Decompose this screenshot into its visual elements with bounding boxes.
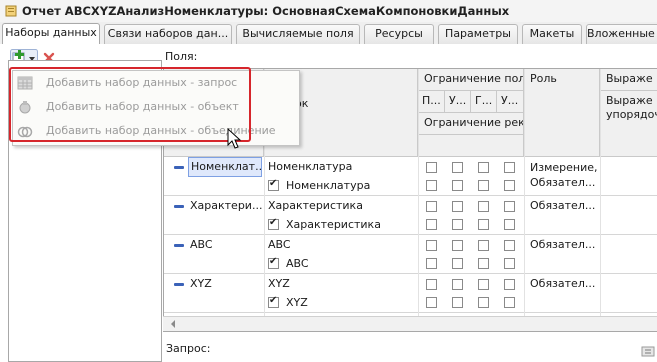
collapse-icon[interactable] [174,166,184,169]
restrict-checkbox[interactable] [426,279,437,290]
title-cell[interactable]: Номенклатура [268,160,418,173]
restrict-checkbox[interactable] [504,162,515,173]
scroll-left-icon[interactable] [169,319,177,329]
field-cell[interactable]: Характери... [190,199,262,212]
field-cell[interactable]: ABC [190,238,262,251]
restrict-checkbox[interactable] [478,258,489,269]
restrict-checkbox[interactable] [452,279,463,290]
title-checkbox[interactable] [268,256,279,269]
restrict-checkbox[interactable] [478,240,489,251]
tab-calculated-fields[interactable]: Вычисляемые поля [236,24,360,44]
window-titlebar: Отчет ABCXYZАнализНоменклатуры: Основная… [0,0,657,23]
restrict-checkbox[interactable] [426,258,437,269]
title-checkbox[interactable] [268,217,279,230]
column-header-restrict-3[interactable]: Г... [471,91,497,113]
column-header-restriction-field[interactable]: Ограничение поля [418,69,524,91]
restrict-checkbox[interactable] [478,162,489,173]
title2-cell[interactable]: ABC [286,257,416,270]
column-header-restriction-req-subs [418,135,524,157]
restrict-checkbox[interactable] [452,258,463,269]
table-row[interactable]: ABC ABC ABC Обязател... [164,235,657,274]
collapse-icon[interactable] [174,283,184,286]
field-cell[interactable]: Номенклат... [188,157,262,177]
horizontal-scrollbar[interactable] [163,316,657,331]
restrict-checkbox[interactable] [452,297,463,308]
restrict-checkbox[interactable] [504,258,515,269]
restrict-checkbox[interactable] [426,162,437,173]
role-cell[interactable]: Обязател... [530,277,598,290]
table-row[interactable]: XYZ XYZ XYZ Обязател... [164,274,657,313]
tab-resources[interactable]: Ресурсы [364,24,434,44]
restrict-checkbox[interactable] [478,297,489,308]
restrict-checkbox[interactable] [426,297,437,308]
column-divider [524,69,525,331]
column-header-expression[interactable]: Выраже [600,69,657,91]
restrict-checkbox[interactable] [478,180,489,191]
restrict-checkbox[interactable] [478,219,489,230]
resize-grip-icon[interactable] [641,344,655,358]
field-cell[interactable]: XYZ [190,277,262,290]
tab-datasets[interactable]: Наборы данных [2,23,100,45]
column-header-restriction-req[interactable]: Ограничение рек... [418,113,524,135]
restrict-checkbox[interactable] [504,240,515,251]
restrict-checkbox[interactable] [452,180,463,191]
restrict-checkbox[interactable] [504,201,515,212]
role-cell[interactable]: Обязател... [530,199,598,212]
restrict-checkbox[interactable] [504,279,515,290]
restrict-checkbox[interactable] [426,180,437,191]
column-header-role[interactable]: Роль [524,69,600,157]
title-checkbox[interactable] [268,178,279,191]
restrict-checkbox[interactable] [478,201,489,212]
tab-nested-schemas[interactable]: Вложенные сх [586,24,657,44]
restrict-checkbox[interactable] [504,297,515,308]
mouse-cursor-icon [227,128,242,149]
restrict-checkbox[interactable] [452,162,463,173]
role-cell[interactable]: Обязател... [530,238,598,251]
collapse-icon[interactable] [174,205,184,208]
column-header-restrict-1[interactable]: П... [418,91,445,113]
title-cell[interactable]: Характеристика [268,199,418,212]
title-cell[interactable]: ABC [268,238,418,251]
restrict-checkbox[interactable] [426,219,437,230]
restrict-checkbox[interactable] [452,219,463,230]
restrict-checkbox[interactable] [452,201,463,212]
tab-dataset-links[interactable]: Связи наборов дан... [104,24,232,44]
column-divider [418,69,419,331]
title2-cell[interactable]: Номенклатура [286,179,416,192]
title2-cell[interactable]: XYZ [286,296,416,309]
role-cell[interactable]: Измерение, Обязател... [530,160,598,190]
report-icon [5,5,17,17]
table-row[interactable]: Характери... Характеристика Характеристи… [164,196,657,235]
table-row[interactable]: Номенклат... Номенклатура Номенклатура И… [164,157,657,196]
tab-bar: Наборы данных Связи наборов дан... Вычис… [0,22,657,45]
title-cell[interactable]: XYZ [268,277,418,290]
window-title: Отчет ABCXYZАнализНоменклатуры: Основная… [22,4,510,18]
restrict-checkbox[interactable] [504,180,515,191]
restrict-checkbox[interactable] [426,240,437,251]
tab-parameters[interactable]: Параметры [438,24,518,44]
restrict-checkbox[interactable] [504,219,515,230]
collapse-icon[interactable] [174,244,184,247]
tab-templates[interactable]: Макеты [522,24,582,44]
column-header-restrict-4[interactable]: У... [497,91,524,113]
highlight-frame [9,67,251,142]
query-label: Запрос: [166,342,211,355]
title-checkbox[interactable] [268,295,279,308]
title2-cell[interactable]: Характеристика [286,218,416,231]
fields-label: Поля: [165,50,198,63]
column-header-expression-order[interactable]: Выраже упорядочи [600,91,657,157]
restrict-checkbox[interactable] [478,279,489,290]
restrict-checkbox[interactable] [452,240,463,251]
column-header-restrict-2[interactable]: У... [445,91,471,113]
restrict-checkbox[interactable] [426,201,437,212]
column-divider [600,69,601,331]
